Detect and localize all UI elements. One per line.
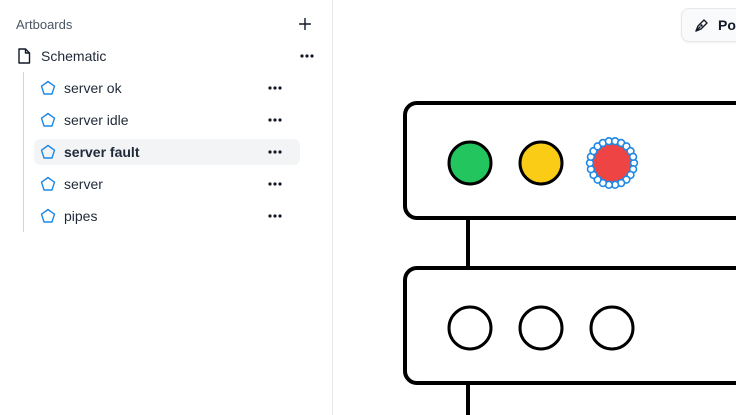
more-options-button[interactable] [266, 209, 284, 223]
artboard-item[interactable]: pipes [34, 203, 300, 229]
indicator-light[interactable] [589, 305, 635, 351]
more-options-button[interactable] [298, 49, 316, 63]
artboard-item[interactable]: server ok [34, 75, 300, 101]
indicator-light[interactable] [518, 140, 564, 186]
indicator-light[interactable] [518, 305, 564, 351]
tree-guide-line [23, 72, 24, 232]
more-options-button[interactable] [266, 81, 284, 95]
more-options-button[interactable] [266, 113, 284, 127]
artboard-item[interactable]: server fault [34, 139, 300, 165]
artboard-item-label: server ok [64, 80, 122, 96]
artboards-panel: Artboards Schematic server ok server idle… [0, 0, 333, 415]
pentagon-icon [40, 144, 56, 160]
artboard-item-label: server fault [64, 144, 140, 160]
more-dots-icon [268, 86, 282, 90]
indicator-light[interactable] [447, 140, 493, 186]
more-dots-icon [300, 54, 314, 58]
pentagon-icon [40, 208, 56, 224]
indicator-light[interactable] [447, 305, 493, 351]
server-schematic [403, 101, 736, 415]
add-artboard-button[interactable] [294, 13, 316, 35]
more-options-button[interactable] [266, 177, 284, 191]
pentagon-icon [40, 176, 56, 192]
plus-icon [299, 18, 311, 30]
artboard-item-label: pipes [64, 208, 98, 224]
more-options-button[interactable] [266, 145, 284, 159]
artboard-item[interactable]: server idle [34, 107, 300, 133]
file-icon [17, 48, 33, 64]
panel-header: Artboards [16, 16, 316, 34]
artboard-item[interactable]: server [34, 171, 300, 197]
file-label: Schematic [41, 48, 107, 64]
more-dots-icon [268, 150, 282, 154]
panel-title: Artboards [16, 17, 73, 32]
artboard-item-label: server [64, 176, 103, 192]
more-dots-icon [268, 214, 282, 218]
pentagon-icon [40, 112, 56, 128]
artboard-canvas[interactable]: Pol [333, 0, 736, 415]
file-item-schematic[interactable]: Schematic [12, 43, 320, 69]
selection-handle[interactable] [628, 152, 638, 162]
more-dots-icon [268, 118, 282, 122]
more-dots-icon [268, 182, 282, 186]
pentagon-icon [40, 80, 56, 96]
artboard-item-label: server idle [64, 112, 129, 128]
